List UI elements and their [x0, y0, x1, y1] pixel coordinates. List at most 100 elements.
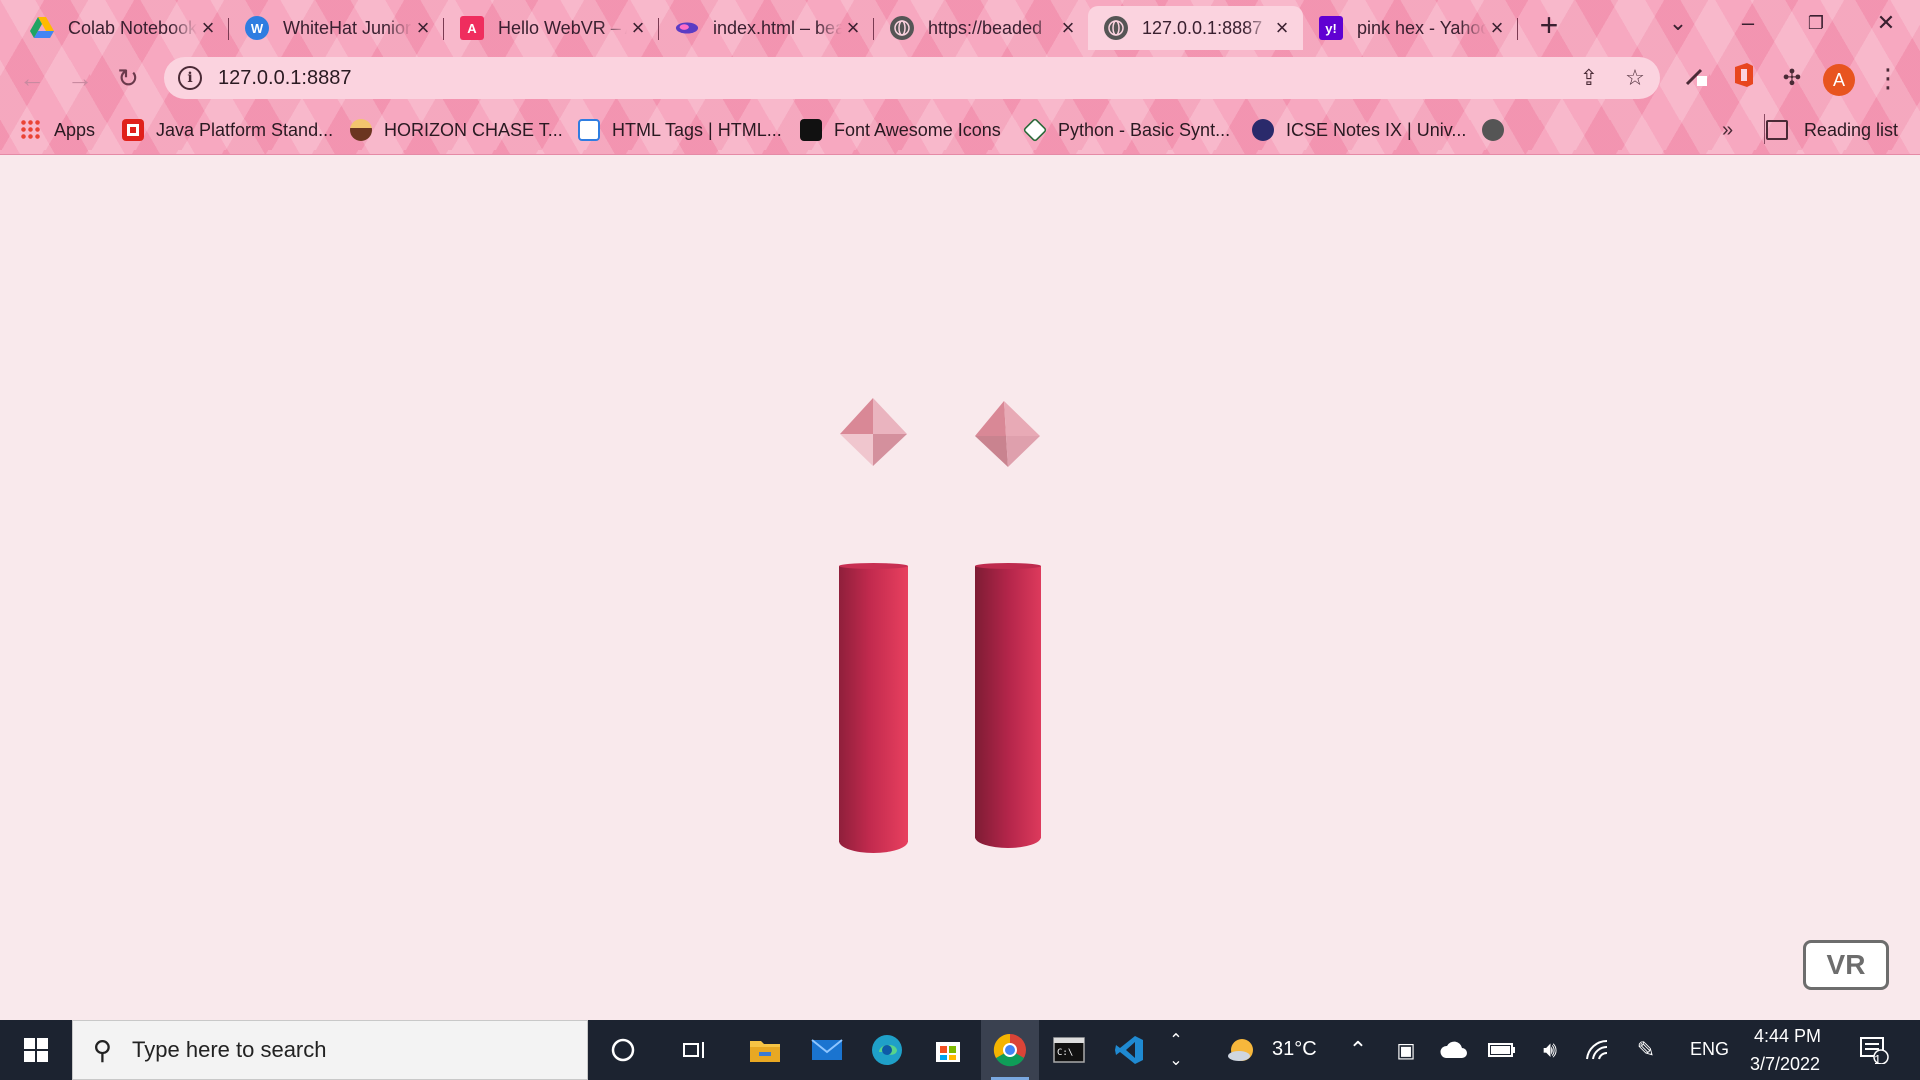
bookmark-java[interactable]: Java Platform Stand... [122, 114, 333, 146]
close-window-button[interactable]: ✕ [1866, 8, 1906, 38]
globe-icon [890, 16, 914, 40]
input-language[interactable]: ENG [1690, 1039, 1729, 1060]
bookmark-label: Python - Basic Synt... [1058, 119, 1231, 140]
clock-time[interactable]: 4:44 PM [1754, 1026, 1821, 1047]
extensions-puzzle-icon[interactable]: ✣ [1776, 62, 1808, 94]
whitehat-icon: W [245, 16, 269, 40]
aframe-icon: A [460, 16, 484, 40]
search-placeholder: Type here to search [132, 1037, 327, 1062]
globe-icon [1104, 16, 1128, 40]
chrome-taskbar-icon[interactable] [981, 1020, 1039, 1080]
search-icon: ⚲ [93, 1034, 113, 1065]
tab-close-icon[interactable]: × [627, 15, 649, 41]
vscode-icon[interactable] [1107, 1028, 1151, 1072]
share-icon[interactable]: ⇪ [1574, 63, 1604, 93]
scene-canvas[interactable] [0, 155, 1920, 1020]
windows-taskbar: ⚲ Type here to search C:\ ⌃ ⌄ 31°C ⌃ ▣ 🔊︎ [0, 1020, 1920, 1080]
webvr-scene-viewport[interactable]: VR [0, 155, 1920, 1020]
weather-icon[interactable] [1220, 1028, 1264, 1072]
taskbar-scroll-arrows-icon[interactable]: ⌃ ⌄ [1164, 1028, 1188, 1072]
tab-title: Hello WebVR – A-Frame [498, 17, 627, 38]
forward-button[interactable]: → [62, 60, 98, 96]
back-button[interactable]: ← [14, 60, 50, 96]
tab-close-icon[interactable]: × [197, 15, 219, 41]
flag-icon [800, 119, 822, 141]
battery-icon[interactable] [1480, 1028, 1524, 1072]
new-tab-button[interactable]: + [1532, 9, 1566, 44]
cylinder-right [975, 563, 1041, 848]
bookmark-python[interactable]: Python - Basic Synt... [1022, 114, 1231, 146]
reading-list-button[interactable]: Reading list [1765, 114, 1898, 146]
bookmark-label: ICSE Notes IX | Univ... [1286, 119, 1467, 140]
wifi-icon[interactable] [1576, 1028, 1620, 1072]
html-icon [578, 119, 600, 141]
microsoft-store-icon[interactable] [926, 1028, 970, 1072]
bookmark-icse[interactable]: ICSE Notes IX | Univ... [1252, 114, 1466, 146]
volume-icon[interactable]: 🔊︎ [1528, 1028, 1572, 1072]
tab-close-icon[interactable]: × [1486, 15, 1508, 41]
menu-kebab-icon[interactable]: ⋮ [1872, 62, 1904, 94]
profile-avatar[interactable]: A [1823, 64, 1855, 96]
octahedron-gem-right [975, 401, 1040, 467]
reading-list-icon [1765, 120, 1788, 140]
tab-strip: Colab Notebooks × W WhiteHat Junior × A … [0, 0, 1920, 50]
clock-date[interactable]: 3/7/2022 [1750, 1054, 1820, 1075]
tab-whitehat[interactable]: W WhiteHat Junior × [229, 6, 444, 50]
cortana-icon[interactable] [601, 1028, 645, 1072]
meet-now-icon[interactable]: ▣ [1384, 1028, 1428, 1072]
file-explorer-icon[interactable] [743, 1028, 787, 1072]
tab-title: https://beaded [928, 17, 1043, 38]
browser-chrome: Colab Notebooks × W WhiteHat Junior × A … [0, 0, 1920, 155]
tab-yahoo[interactable]: y! pink hex - Yahoo × [1303, 6, 1518, 50]
tab-localhost[interactable]: 127.0.0.1:8887 × [1088, 6, 1303, 50]
yahoo-icon: y! [1319, 16, 1343, 40]
onedrive-cloud-icon[interactable] [1432, 1028, 1476, 1072]
tab-title: WhiteHat Junior [283, 17, 412, 38]
cylinder-left [839, 563, 908, 853]
bookmark-label: HORIZON CHASE T... [384, 119, 563, 140]
bookmark-html-tags[interactable]: HTML Tags | HTML... [578, 114, 782, 146]
pen-ink-icon[interactable]: ✎ [1624, 1028, 1668, 1072]
reading-list-label: Reading list [1803, 119, 1898, 140]
google-drive-icon [30, 16, 54, 40]
eyedropper-extension-icon[interactable] [1680, 62, 1712, 94]
bookmark-apps[interactable]: Apps [20, 114, 95, 146]
minimize-button[interactable]: – [1728, 8, 1768, 38]
bookmark-globe[interactable] [1482, 114, 1516, 146]
tab-close-icon[interactable]: × [842, 15, 864, 41]
oracle-icon [122, 119, 144, 141]
taskbar-search-box[interactable]: ⚲ Type here to search [72, 1020, 588, 1080]
tab-aframe[interactable]: A Hello WebVR – A-Frame × [444, 6, 659, 50]
globe-icon [1482, 119, 1504, 141]
task-view-icon[interactable] [673, 1028, 717, 1072]
reload-button[interactable]: ↻ [110, 60, 146, 96]
edge-browser-icon[interactable] [865, 1028, 909, 1072]
tray-overflow-chevron-icon[interactable]: ⌃ [1336, 1028, 1380, 1072]
tab-beaded[interactable]: https://beaded × [874, 6, 1089, 50]
restore-button[interactable]: ❐ [1796, 8, 1836, 38]
tab-close-icon[interactable]: × [1057, 15, 1079, 41]
bookmark-horizon[interactable]: HORIZON CHASE T... [350, 114, 563, 146]
bookmark-star-icon[interactable]: ☆ [1620, 63, 1650, 93]
tab-title: 127.0.0.1:8887 [1142, 17, 1263, 38]
terminal-icon[interactable]: C:\ [1047, 1028, 1091, 1072]
tab-search-chevron-icon[interactable]: ⌄ [1658, 8, 1698, 38]
mail-icon[interactable] [805, 1028, 849, 1072]
weather-temperature[interactable]: 31°C [1272, 1038, 1317, 1061]
bookmark-label: HTML Tags | HTML... [612, 119, 782, 140]
tab-title: pink hex - Yahoo [1357, 17, 1486, 38]
tab-close-icon[interactable]: × [412, 15, 434, 41]
site-info-icon[interactable]: i [178, 66, 202, 90]
tab-title: Colab Notebooks [68, 17, 197, 38]
address-bar[interactable]: i 127.0.0.1:8887 ⇪ ☆ [164, 57, 1660, 99]
start-button[interactable] [0, 1020, 72, 1080]
office-extension-icon[interactable] [1728, 62, 1760, 94]
bookmark-font-awesome[interactable]: Font Awesome Icons [800, 114, 1001, 146]
more-bookmarks-chevron-icon[interactable]: » [1722, 114, 1733, 146]
enter-vr-button[interactable]: VR [1803, 940, 1889, 990]
address-url: 127.0.0.1:8887 [218, 66, 352, 89]
tab-glitch[interactable]: index.html – bead × [659, 6, 874, 50]
icse-icon [1252, 119, 1274, 141]
tab-close-icon[interactable]: × [1271, 15, 1293, 41]
tab-colab[interactable]: Colab Notebooks × [14, 6, 229, 50]
